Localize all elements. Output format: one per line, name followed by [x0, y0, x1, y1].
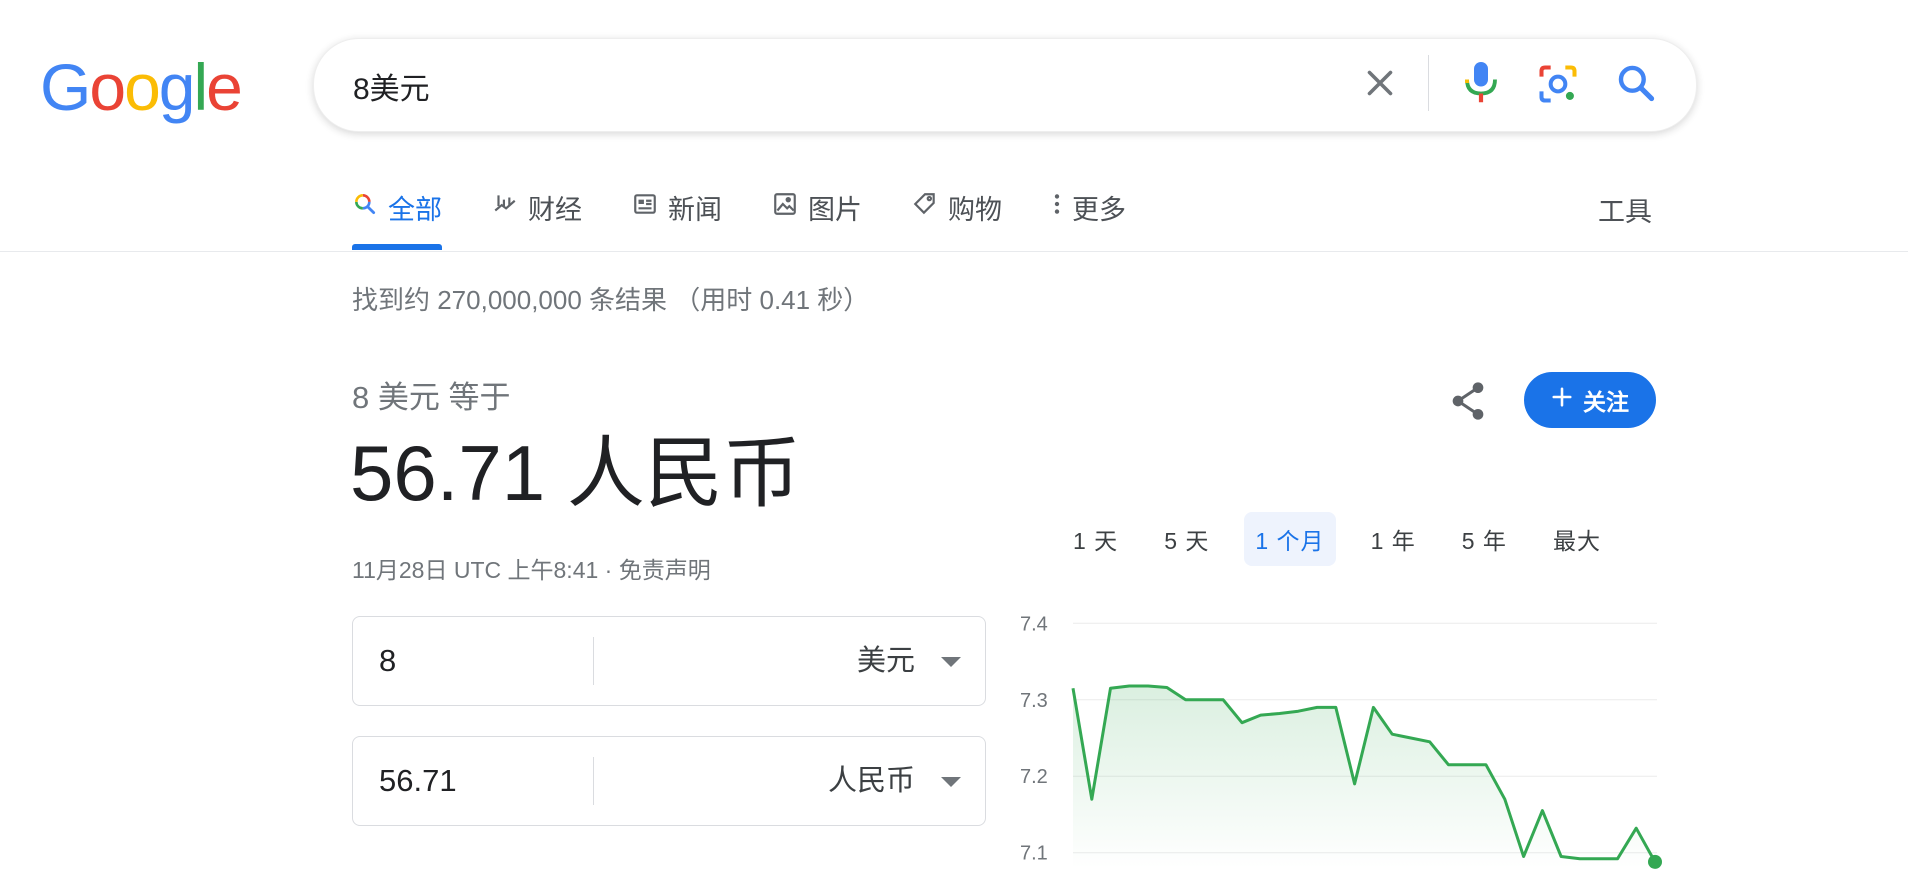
- tab-label: 财经: [528, 194, 582, 225]
- news-icon: [632, 191, 658, 224]
- tab-label: 图片: [808, 194, 862, 225]
- range-1m[interactable]: 1 个月: [1244, 512, 1336, 566]
- logo-letter-o1: o: [89, 50, 126, 124]
- tab-shopping[interactable]: 购物: [912, 184, 1002, 230]
- exchange-rate-chart[interactable]: 7.4 7.3 7.2 7.1: [1000, 600, 1680, 870]
- last-point-marker: [1648, 854, 1662, 869]
- y-tick-label: 7.2: [1020, 766, 1048, 788]
- timestamp-text: 11月28日 UTC 上午8:41: [352, 557, 599, 583]
- dropdown-arrow-icon[interactable]: [941, 657, 961, 667]
- tabs-divider: [0, 251, 1908, 252]
- conversion-label: 8 美元 等于: [352, 380, 511, 415]
- tag-icon: [912, 191, 938, 224]
- tab-all[interactable]: 全部: [352, 184, 442, 250]
- tab-news[interactable]: 新闻: [632, 184, 722, 230]
- search-tabs: 全部 财经 新闻 图片 购物 更多: [352, 184, 1176, 250]
- range-1d[interactable]: 1 天: [1062, 512, 1129, 566]
- range-5y[interactable]: 5 年: [1451, 512, 1518, 566]
- range-5d[interactable]: 5 天: [1153, 512, 1220, 566]
- tab-label: 全部: [388, 194, 442, 225]
- conversion-result: 56.71 人民币: [350, 429, 801, 517]
- logo-letter-e: e: [206, 50, 243, 124]
- more-vert-icon: [1052, 191, 1062, 224]
- search-input[interactable]: 8美元: [353, 64, 430, 108]
- tab-images[interactable]: 图片: [772, 184, 862, 230]
- finance-icon: [492, 191, 518, 224]
- image-icon: [772, 191, 798, 224]
- share-icon[interactable]: [1448, 378, 1488, 424]
- search-divider: [1428, 55, 1429, 111]
- follow-button[interactable]: 关注: [1524, 372, 1656, 428]
- dropdown-arrow-icon[interactable]: [941, 777, 961, 787]
- mic-icon[interactable]: [1460, 60, 1502, 106]
- logo-letter-g2: g: [158, 50, 196, 124]
- google-logo[interactable]: Google: [40, 50, 243, 124]
- range-max[interactable]: 最大: [1542, 512, 1612, 566]
- lens-icon[interactable]: [1536, 62, 1580, 106]
- logo-letter-l: l: [193, 50, 209, 124]
- disclaimer-link[interactable]: 免责声明: [619, 557, 711, 583]
- field-divider: [593, 637, 594, 685]
- range-1y[interactable]: 1 年: [1360, 512, 1427, 566]
- result-stats: 找到约 270,000,000 条结果 （用时 0.41 秒）: [352, 285, 870, 315]
- to-amount-input[interactable]: 56.71: [379, 737, 457, 825]
- y-tick-label: 7.4: [1020, 613, 1048, 635]
- tab-label: 更多: [1072, 194, 1126, 225]
- search-icon[interactable]: [1614, 61, 1658, 105]
- from-amount-input[interactable]: 8: [379, 617, 396, 705]
- to-currency-field: 56.71 人民币: [352, 736, 986, 826]
- timestamp-separator: ·: [598, 557, 619, 583]
- y-tick-label: 7.1: [1020, 843, 1048, 865]
- tab-label: 购物: [948, 194, 1002, 225]
- from-currency-select[interactable]: 美元: [857, 617, 915, 705]
- follow-label: 关注: [1583, 389, 1629, 415]
- tab-more[interactable]: 更多: [1052, 184, 1126, 230]
- search-icon: [352, 191, 378, 224]
- tab-finance[interactable]: 财经: [492, 184, 582, 230]
- tools-button[interactable]: 工具: [1598, 190, 1652, 229]
- tab-label: 新闻: [668, 194, 722, 225]
- range-selector: 1 天 5 天 1 个月 1 年 5 年 最大: [1062, 512, 1636, 566]
- area-fill: [1073, 686, 1655, 868]
- logo-letter-g: G: [40, 50, 91, 124]
- plus-icon: [1551, 386, 1573, 414]
- close-icon[interactable]: [1362, 65, 1398, 101]
- conversion-timestamp: 11月28日 UTC 上午8:41 · 免责声明: [352, 551, 711, 585]
- from-currency-field: 8 美元: [352, 616, 986, 706]
- field-divider: [593, 757, 594, 805]
- logo-letter-o2: o: [124, 50, 161, 124]
- to-currency-select[interactable]: 人民币: [828, 737, 915, 825]
- y-tick-label: 7.3: [1020, 690, 1048, 712]
